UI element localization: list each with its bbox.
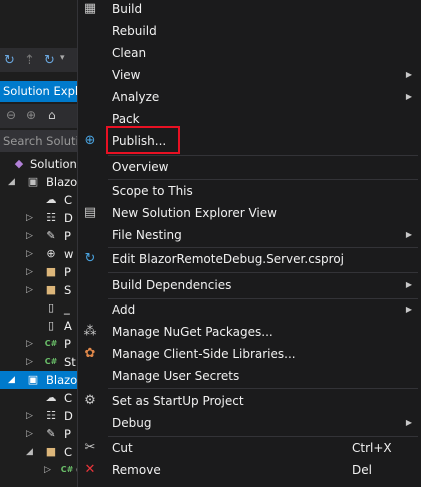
csharp-file-icon: C# xyxy=(44,339,58,348)
file-icon: ▯ xyxy=(47,319,55,332)
publish-globe-icon: ⊕ xyxy=(84,133,96,148)
refresh-icon[interactable]: ↻ xyxy=(44,53,55,68)
menu-item-clean[interactable]: Clean xyxy=(78,42,421,64)
properties-icon: ✎ xyxy=(46,427,56,440)
menu-item-debug[interactable]: Debug ▶ xyxy=(78,412,421,434)
chevron-right-icon[interactable]: ▷ xyxy=(26,263,33,281)
menu-item-manage-user-secrets[interactable]: Manage User Secrets xyxy=(78,365,421,387)
nuget-icon: ⁂ xyxy=(83,324,97,339)
globe-icon: ⊕ xyxy=(46,247,56,260)
gear-icon: ⚙ xyxy=(84,393,96,408)
chevron-right-icon[interactable]: ▷ xyxy=(26,407,33,425)
tree-item[interactable]: ▷ C# C xyxy=(0,461,78,479)
solution-explorer-search[interactable]: Search Solution Explorer xyxy=(0,130,81,152)
menu-separator xyxy=(108,272,418,273)
connected-services-icon: ☁ xyxy=(45,193,57,206)
menu-item-new-solution-explorer-view[interactable]: ▤ New Solution Explorer View xyxy=(78,202,421,224)
chevron-right-icon[interactable]: ▷ xyxy=(26,335,33,353)
connected-services-icon: ☁ xyxy=(45,391,57,404)
edit-refresh-icon: ↻ xyxy=(84,251,96,266)
menu-item-manage-client-side-libraries[interactable]: ✿ Manage Client-Side Libraries... xyxy=(78,343,421,365)
tree-item[interactable]: ☁ C xyxy=(0,389,78,407)
folder-open-icon: ■ xyxy=(45,445,57,458)
menu-item-view[interactable]: View ▶ xyxy=(78,64,421,86)
menu-item-set-startup-project[interactable]: ⚙ Set as StartUp Project xyxy=(78,390,421,412)
tree-item[interactable]: ▷ ☷ D xyxy=(0,209,78,227)
tree-item[interactable]: ▷ ⊕ w xyxy=(0,245,78,263)
tree-item[interactable]: ▯ A xyxy=(0,317,78,335)
dependencies-icon: ☷ xyxy=(46,409,56,422)
submenu-arrow-icon: ▶ xyxy=(405,92,412,101)
menu-item-overview[interactable]: Overview xyxy=(78,156,421,178)
new-view-icon: ▤ xyxy=(83,205,97,220)
remove-x-icon: ✕ xyxy=(84,462,96,477)
scissors-icon: ✂ xyxy=(84,440,96,455)
pending-changes-icon[interactable]: ⇡ xyxy=(24,53,35,68)
project-icon: ▣ xyxy=(27,373,39,386)
menu-item-file-nesting[interactable]: File Nesting ▶ xyxy=(78,224,421,246)
submenu-arrow-icon: ▶ xyxy=(405,418,412,427)
menu-item-build-dependencies[interactable]: Build Dependencies ▶ xyxy=(78,274,421,296)
chevron-right-icon[interactable]: ▷ xyxy=(26,281,33,299)
project-icon: ▣ xyxy=(27,175,39,188)
menu-item-manage-nuget[interactable]: ⁂ Manage NuGet Packages... xyxy=(78,321,421,343)
menu-item-remove[interactable]: ✕ Remove Del xyxy=(78,459,421,481)
chevron-down-icon[interactable]: ▾ xyxy=(60,53,65,63)
menu-item-edit-csproj[interactable]: ↻ Edit BlazorRemoteDebug.Server.csproj xyxy=(78,248,421,270)
chevron-right-icon[interactable]: ▷ xyxy=(26,245,33,263)
tree-item[interactable]: ▷ ☷ D xyxy=(0,407,78,425)
tree-item-project-selected[interactable]: ◢ ▣ Blazo xyxy=(0,371,78,389)
csharp-file-icon: C# xyxy=(44,357,58,366)
chevron-down-icon[interactable]: ◢ xyxy=(8,173,15,191)
tree-item-solution[interactable]: ◆ Solution xyxy=(0,155,78,173)
tree-item-project[interactable]: ◢ ▣ Blazor xyxy=(0,173,78,191)
tree-item[interactable]: ▯ _ xyxy=(0,299,78,317)
home-icon[interactable]: ⌂ xyxy=(48,108,56,122)
tree-item[interactable]: ▷ C# P xyxy=(0,335,78,353)
back-icon[interactable]: ⊖ xyxy=(6,108,16,122)
submenu-arrow-icon: ▶ xyxy=(405,305,412,314)
tree-item[interactable]: ▷ ✎ P xyxy=(0,227,78,245)
tree-item[interactable]: ☁ C xyxy=(0,191,78,209)
chevron-right-icon[interactable]: ▷ xyxy=(26,227,33,245)
menu-item-cut[interactable]: ✂ Cut Ctrl+X xyxy=(78,437,421,459)
menu-item-add[interactable]: Add ▶ xyxy=(78,299,421,321)
context-menu: ▦ Build Rebuild Clean View ▶ Analyze ▶ P… xyxy=(77,0,421,487)
menu-item-build[interactable]: ▦ Build xyxy=(78,0,421,20)
submenu-arrow-icon: ▶ xyxy=(405,280,412,289)
chevron-down-icon[interactable]: ◢ xyxy=(8,371,15,389)
properties-icon: ✎ xyxy=(46,229,56,242)
submenu-arrow-icon: ▶ xyxy=(405,230,412,239)
chevron-right-icon[interactable]: ▷ xyxy=(26,209,33,227)
chevron-down-icon[interactable]: ◢ xyxy=(26,443,33,461)
publish-highlight-box xyxy=(106,126,180,154)
menu-separator xyxy=(108,388,418,389)
chevron-right-icon[interactable]: ▷ xyxy=(26,353,33,371)
libraries-icon: ✿ xyxy=(84,346,96,361)
build-icon: ▦ xyxy=(83,1,97,16)
menu-item-analyze[interactable]: Analyze ▶ xyxy=(78,86,421,108)
solution-icon: ◆ xyxy=(14,157,24,170)
tree-item[interactable]: ▷ ■ P xyxy=(0,263,78,281)
sync-icon[interactable]: ↻ xyxy=(4,53,15,68)
tree-item[interactable]: ▷ ✎ P xyxy=(0,425,78,443)
file-icon: ▯ xyxy=(47,301,55,314)
tree-item[interactable]: ▷ ■ S xyxy=(0,281,78,299)
solution-explorer-title[interactable]: Solution Explorer xyxy=(0,81,81,102)
tree-item[interactable]: ▷ C# St xyxy=(0,353,78,371)
forward-icon[interactable]: ⊕ xyxy=(26,108,36,122)
csharp-file-icon: C# xyxy=(60,465,74,474)
folder-icon: ■ xyxy=(45,265,57,278)
chevron-right-icon[interactable]: ▷ xyxy=(44,461,51,479)
submenu-arrow-icon: ▶ xyxy=(405,70,412,79)
folder-icon: ■ xyxy=(45,283,57,296)
dependencies-icon: ☷ xyxy=(46,211,56,224)
solution-explorer-toolbar: ↻ ⇡ ↻ ▾ xyxy=(0,48,78,72)
menu-item-rebuild[interactable]: Rebuild xyxy=(78,20,421,42)
solution-explorer-nav: ⊖ ⊕ ⌂ xyxy=(0,104,78,128)
menu-item-scope-to-this[interactable]: Scope to This xyxy=(78,180,421,202)
chevron-right-icon[interactable]: ▷ xyxy=(26,425,33,443)
tree-item[interactable]: ◢ ■ C xyxy=(0,443,78,461)
